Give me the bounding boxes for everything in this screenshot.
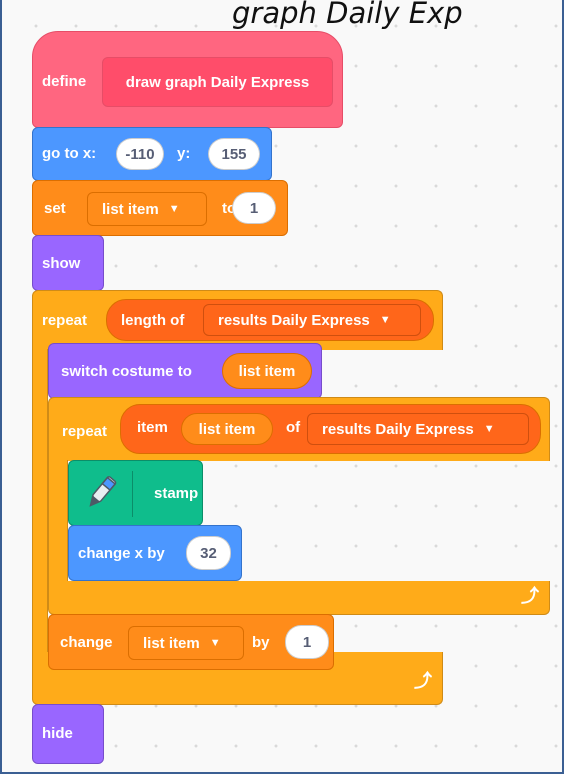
define-block[interactable]: define draw graph Daily Express [32, 31, 343, 128]
of-label: of [286, 419, 301, 436]
set-value-input[interactable]: 1 [232, 192, 276, 224]
by-label: by [252, 634, 270, 651]
change-x-input[interactable]: 32 [186, 536, 231, 570]
item-of-reporter[interactable]: item list item of results Daily Express … [120, 404, 541, 454]
length-of-label: length of [121, 311, 185, 329]
show-block[interactable]: show [32, 235, 104, 291]
dropdown-arrow-icon: ▼ [379, 314, 391, 326]
change-variable-dropdown[interactable]: list item ▼ [128, 626, 244, 660]
y-input[interactable]: 155 [208, 138, 260, 170]
change-variable-block[interactable]: change list item ▼ by 1 [48, 614, 334, 670]
change-x-block[interactable]: change x by 32 [68, 525, 242, 581]
goto-y-label: y: [177, 145, 191, 162]
length-of-reporter[interactable]: length of results Daily Express ▼ [106, 299, 434, 341]
change-variable-name: list item [143, 634, 200, 652]
item-label: item [137, 419, 168, 436]
stamp-block[interactable]: stamp [68, 460, 203, 526]
repeat-inner-label: repeat [62, 423, 108, 440]
repeat-inner-top[interactable]: repeat item list item of results Daily E… [48, 397, 550, 461]
repeat-inner-arm [48, 460, 68, 582]
set-label: set [44, 200, 66, 217]
inner-list-dropdown[interactable]: results Daily Express ▼ [307, 413, 529, 445]
define-label: define [42, 73, 87, 90]
list-item-reporter[interactable]: list item [222, 353, 312, 389]
hide-label: hide [42, 725, 73, 742]
change-label: change [60, 634, 113, 651]
list-name: results Daily Express [218, 311, 370, 329]
list-dropdown[interactable]: results Daily Express ▼ [203, 304, 421, 336]
repeat-label: repeat [42, 312, 88, 329]
variable-name: list item [102, 200, 159, 218]
switch-costume-label: switch costume to [61, 363, 192, 380]
dropdown-arrow-icon: ▼ [483, 423, 495, 435]
hide-block[interactable]: hide [32, 704, 104, 764]
repeat-inner-bottom[interactable]: ⤴ [48, 581, 550, 615]
page-caption: graph Daily Exp [232, 0, 463, 30]
change-x-label: change x by [78, 545, 165, 562]
goto-xy-block[interactable]: go to x: -110 y: 155 [32, 127, 272, 181]
change-value-input[interactable]: 1 [285, 625, 329, 659]
repeat-outer-arm [32, 349, 48, 653]
loop-arrow-icon: ⤴ [414, 671, 432, 691]
custom-block-prototype[interactable]: draw graph Daily Express [102, 57, 333, 107]
repeat-outer-top[interactable]: repeat length of results Daily Express ▼ [32, 290, 443, 350]
goto-x-label: go to x: [42, 145, 97, 162]
inner-list-name: results Daily Express [322, 420, 474, 438]
code-area[interactable]: graph Daily Exp define draw graph Daily … [0, 0, 564, 774]
set-variable-block[interactable]: set list item ▼ to 1 [32, 180, 288, 236]
dropdown-arrow-icon: ▼ [209, 637, 221, 649]
loop-arrow-icon: ⤴ [521, 586, 539, 606]
show-label: show [42, 255, 81, 272]
x-input[interactable]: -110 [116, 138, 164, 170]
icon-divider [132, 471, 133, 517]
stamp-label: stamp [154, 485, 199, 502]
switch-costume-block[interactable]: switch costume to list item [48, 343, 322, 399]
dropdown-arrow-icon: ▼ [168, 203, 180, 215]
index-reporter[interactable]: list item [181, 413, 273, 445]
pen-icon [81, 473, 121, 518]
variable-dropdown[interactable]: list item ▼ [87, 192, 207, 226]
